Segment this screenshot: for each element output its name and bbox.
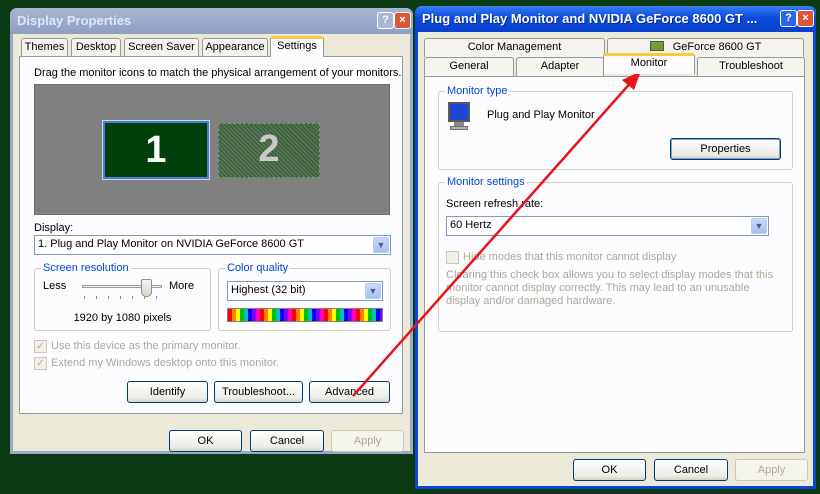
monitor-name: Plug and Play Monitor (487, 109, 595, 121)
tab-themes[interactable]: Themes (21, 38, 68, 57)
tab-troubleshoot[interactable]: Troubleshoot (697, 57, 805, 76)
color-quality-select[interactable]: Highest (32 bit) ▼ (227, 281, 383, 301)
primary-monitor-label: Use this device as the primary monitor. (51, 340, 241, 352)
close-button[interactable]: × (394, 12, 411, 29)
chevron-down-icon[interactable]: ▼ (373, 237, 389, 253)
extend-desktop-label: Extend my Windows desktop onto this moni… (51, 357, 280, 369)
display-properties-client: Themes Desktop Screen Saver Appearance S… (13, 34, 410, 452)
settings-panel: Drag the monitor icons to match the phys… (19, 56, 403, 414)
monitor-2-number: 2 (258, 128, 280, 170)
display-select-value: 1. Plug and Play Monitor on NVIDIA GeFor… (38, 238, 304, 250)
window-title: Display Properties (17, 13, 132, 28)
monitor-properties-titlebar[interactable]: Plug and Play Monitor and NVIDIA GeForce… (415, 6, 816, 32)
refresh-rate-value: 60 Hertz (450, 219, 492, 231)
color-quality-label: Color quality (225, 262, 291, 274)
ok-button[interactable]: OK (169, 430, 242, 452)
tab-settings[interactable]: Settings (270, 36, 324, 57)
chevron-down-icon[interactable]: ▼ (365, 283, 381, 299)
color-spectrum-bar (227, 308, 383, 322)
refresh-rate-select[interactable]: 60 Hertz ▼ (446, 216, 769, 236)
monitor-1[interactable]: 1 (103, 121, 209, 179)
close-button[interactable]: × (797, 10, 814, 27)
tab-general[interactable]: General (424, 57, 514, 76)
resolution-value: 1920 by 1080 pixels (73, 312, 172, 324)
monitor-properties-window: Plug and Play Monitor and NVIDIA GeForce… (415, 6, 816, 489)
tab-screen-saver[interactable]: Screen Saver (124, 38, 199, 57)
screen-resolution-label: Screen resolution (41, 262, 131, 274)
hide-modes-label: Hide modes that this monitor cannot disp… (463, 251, 677, 263)
identify-button[interactable]: Identify (127, 381, 208, 403)
tab-desktop[interactable]: Desktop (71, 38, 121, 57)
screen-resolution-group: Screen resolution Less More 1920 by 1080… (34, 262, 211, 331)
tab-color-management[interactable]: Color Management (424, 38, 605, 57)
help-button[interactable]: ? (780, 10, 797, 27)
hide-modes-checkbox[interactable] (446, 251, 459, 264)
apply-button[interactable]: Apply (735, 459, 808, 481)
display-properties-window: Display Properties ? × Themes Desktop Sc… (10, 8, 413, 454)
tab-geforce-label: GeForce 8600 GT (672, 41, 762, 53)
monitor-properties-client: Color Management GeForce 8600 GT General… (418, 32, 813, 486)
resolution-more-label: More (169, 280, 195, 292)
color-quality-group: Color quality Highest (32 bit) ▼ (218, 262, 391, 331)
display-select[interactable]: 1. Plug and Play Monitor on NVIDIA GeFor… (34, 235, 391, 255)
hide-modes-note: Clearing this check box allows you to se… (446, 269, 774, 307)
refresh-rate-label: Screen refresh rate: (446, 198, 544, 210)
color-quality-value: Highest (32 bit) (231, 284, 306, 296)
tab-monitor[interactable]: Monitor (603, 53, 695, 74)
tab-appearance[interactable]: Appearance (202, 38, 268, 57)
nvidia-icon (649, 41, 664, 51)
cancel-button[interactable]: Cancel (654, 459, 728, 481)
window-title: Plug and Play Monitor and NVIDIA GeForce… (422, 11, 758, 26)
display-properties-titlebar[interactable]: Display Properties (10, 8, 413, 34)
display-label: Display: (34, 222, 73, 234)
monitor-type-group: Monitor type Plug and Play Monitor Prope… (438, 85, 793, 170)
cancel-button[interactable]: Cancel (250, 430, 324, 452)
help-button[interactable]: ? (377, 12, 394, 29)
apply-button[interactable]: Apply (331, 430, 404, 452)
resolution-slider[interactable] (82, 279, 162, 303)
primary-monitor-checkbox[interactable]: ✓ (34, 340, 47, 353)
advanced-button[interactable]: Advanced (309, 381, 390, 403)
slider-thumb[interactable] (141, 279, 152, 297)
tab-adapter[interactable]: Adapter (516, 57, 604, 76)
arrangement-instruction: Drag the monitor icons to match the phys… (34, 67, 402, 79)
monitor-settings-label: Monitor settings (445, 176, 527, 188)
monitor-icon (448, 102, 470, 134)
ok-button[interactable]: OK (573, 459, 646, 481)
monitor-arrangement-area[interactable]: 1 2 (34, 84, 390, 215)
monitor-2[interactable]: 2 (218, 123, 320, 178)
monitor-type-label: Monitor type (445, 85, 510, 97)
resolution-less-label: Less (43, 280, 67, 292)
display-label-text: Display: (34, 222, 74, 234)
monitor-panel: Monitor type Plug and Play Monitor Prope… (424, 76, 805, 453)
monitor-settings-group: Monitor settings Screen refresh rate: 60… (438, 176, 793, 332)
troubleshoot-button[interactable]: Troubleshoot... (214, 381, 303, 403)
monitor-1-number: 1 (145, 129, 167, 171)
chevron-down-icon[interactable]: ▼ (751, 218, 767, 234)
extend-desktop-checkbox[interactable]: ✓ (34, 357, 47, 370)
properties-button[interactable]: Properties (670, 138, 781, 160)
